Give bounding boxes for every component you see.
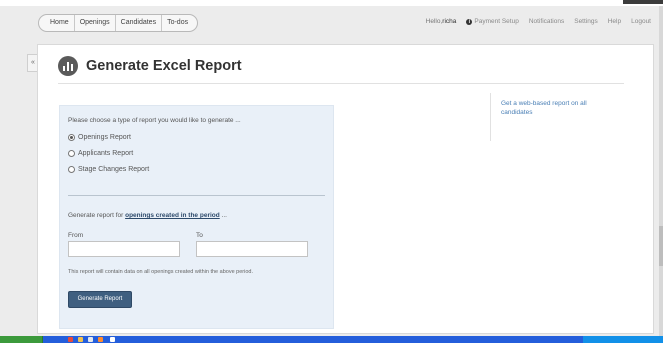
taskbar-app-icon[interactable] <box>68 337 73 342</box>
to-date-input[interactable] <box>196 241 308 257</box>
radio-stage-changes-report[interactable]: Stage Changes Report <box>68 166 149 173</box>
from-date-input[interactable] <box>68 241 180 257</box>
radio-unselected-icon <box>68 166 75 173</box>
user-name: richa <box>442 18 457 25</box>
settings-link[interactable]: Settings <box>574 18 598 25</box>
radio-selected-icon <box>68 134 75 141</box>
from-label: From <box>68 232 84 239</box>
page-header: Generate Excel Report <box>58 56 242 76</box>
system-tray <box>583 336 663 343</box>
info-icon: i <box>466 18 473 25</box>
report-form: Please choose a type of report you would… <box>59 105 334 329</box>
to-label: To <box>196 232 203 239</box>
main-nav: Home Openings Candidates To-dos <box>38 14 199 32</box>
user-menu: Hello,richa i Payment Setup Notifications… <box>416 18 651 25</box>
radio-applicants-report[interactable]: Applicants Report <box>68 150 133 157</box>
title-divider <box>58 83 624 84</box>
browser-top-strip <box>0 0 663 6</box>
sidebar-divider <box>490 93 491 141</box>
notifications-link[interactable]: Notifications <box>529 18 564 25</box>
period-prefix: Generate report for <box>68 212 124 219</box>
help-link[interactable]: Help <box>608 18 621 25</box>
radio-label: Openings Report <box>78 134 131 141</box>
report-note: This report will contain data on all ope… <box>68 269 253 275</box>
form-divider <box>68 195 325 196</box>
scrollbar-thumb[interactable] <box>659 226 663 266</box>
generate-report-button[interactable]: Generate Report <box>68 291 132 308</box>
window-edge <box>623 0 663 4</box>
logout-link[interactable]: Logout <box>631 18 651 25</box>
taskbar-app-icon[interactable] <box>98 337 103 342</box>
nav-tab-candidates[interactable]: Candidates <box>116 15 163 31</box>
taskbar-app-icon[interactable] <box>88 337 93 342</box>
period-suffix: ... <box>221 212 227 219</box>
report-chart-icon <box>58 56 78 76</box>
greeting-prefix: Hello, <box>425 18 443 25</box>
greeting: Hello,richa <box>426 18 457 25</box>
page-scrollbar[interactable] <box>659 6 663 336</box>
radio-label: Applicants Report <box>78 150 134 157</box>
taskbar-app-icon[interactable] <box>78 337 83 342</box>
payment-setup-link[interactable]: i Payment Setup <box>466 18 519 25</box>
radio-label: Stage Changes Report <box>78 166 150 173</box>
taskbar-app-icon[interactable] <box>110 337 115 342</box>
radio-unselected-icon <box>68 150 75 157</box>
nav-tab-openings[interactable]: Openings <box>75 15 116 31</box>
radio-openings-report[interactable]: Openings Report <box>68 134 131 141</box>
period-link[interactable]: openings created in the period <box>125 212 220 219</box>
start-button[interactable] <box>0 336 43 343</box>
page-title: Generate Excel Report <box>86 58 242 74</box>
web-report-link[interactable]: Get a web-based report on all candidates <box>501 99 601 117</box>
nav-tab-home[interactable]: Home <box>45 15 75 31</box>
report-type-prompt: Please choose a type of report you would… <box>68 117 241 124</box>
payment-setup-label: Payment Setup <box>474 18 519 25</box>
nav-tab-todos[interactable]: To-dos <box>162 15 193 31</box>
period-instruction: Generate report for openings created in … <box>68 212 227 219</box>
os-taskbar <box>0 336 663 343</box>
main-panel: Generate Excel Report Please choose a ty… <box>37 44 654 334</box>
